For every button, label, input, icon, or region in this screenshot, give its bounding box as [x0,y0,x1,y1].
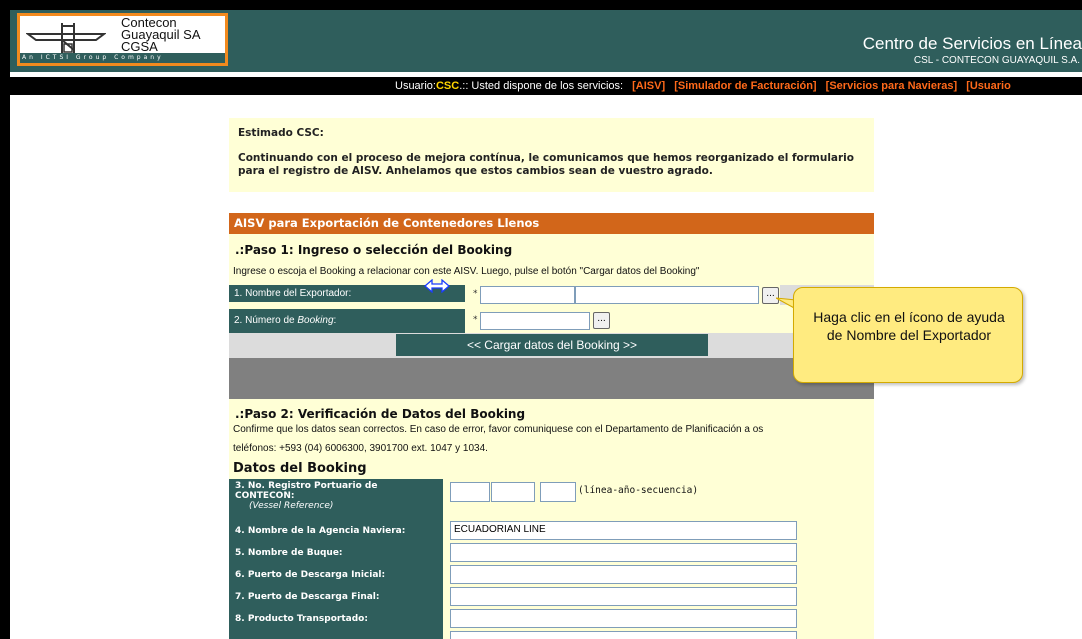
site-title: Centro de Servicios en Línea [862,34,1082,53]
datos-booking-title: Datos del Booking [233,461,367,476]
site-subtitle: CSL - CONTECON GUAYAQUIL S.A. [913,55,1080,66]
service-link-navieras[interactable]: [Servicios para Navieras] [826,80,957,92]
booking-help-button[interactable]: ... [593,312,610,329]
vessel-line-input[interactable] [450,482,490,502]
descarga-inicial-label: 6. Puerto de Descarga Inicial: [229,564,443,586]
agencia-naviera-label: 4. Nombre de la Agencia Naviera: [229,520,443,542]
vessel-format-hint: (línea-año-secuencia) [578,485,699,496]
form-header: AISV para Exportación de Contenedores Ll… [229,213,874,234]
left-border [0,0,10,639]
booking-number-input[interactable] [480,312,590,330]
resize-cursor-icon [424,279,450,293]
booking-label: 2. Número de Booking: [229,309,465,333]
required-mark: * [473,289,478,299]
step2-description-2: teléfonos: +593 (04) 6006300, 3901700 ex… [233,443,488,454]
notice-greeting: Estimado CSC: [238,127,324,139]
producto-label: 8. Producto Transportado: [229,608,443,630]
agencia-naviera-input[interactable]: ECUADORIAN LINE [450,521,797,540]
vessel-year-input[interactable] [491,482,535,502]
logo-tagline: An ICTSI Group Company [20,53,225,63]
buque-label: 5. Nombre de Buque: [229,542,443,564]
user-prefix: Usuario: [395,80,436,92]
callout-text: Haga clic en el ícono de ayuda de Nombre… [813,309,1005,343]
logo-line-3: CGSA [121,39,158,54]
descarga-inicial-input[interactable] [450,565,797,584]
step2-description-1: Confirme que los datos sean correctos. E… [233,424,764,435]
booking-label-em: Booking [297,315,334,326]
next-row-label [229,630,443,639]
notice-body: Continuando con el proceso de mejora con… [238,152,854,177]
booking-label-prefix: 2. Número de [234,315,298,326]
vessel-label-line3: (Vessel Reference) [249,501,334,511]
logo-text: Contecon Guayaquil SA CGSA [121,16,201,54]
aisv-form: AISV para Exportación de Contenedores Ll… [229,213,874,639]
descarga-final-input[interactable] [450,587,797,606]
booking-label-suffix: : [333,315,337,326]
service-link-simulador[interactable]: [Simulador de Facturación] [674,80,816,92]
vessel-reference-label: 3. No. Registro Portuario de CONTECON: (… [229,479,443,521]
cargar-booking-button[interactable]: << Cargar datos del Booking >> [396,334,708,356]
descarga-final-label: 7. Puerto de Descarga Final: [229,586,443,608]
step1-description: Ingrese o escoja el Booking a relacionar… [233,266,700,277]
user-name: CSC [435,80,460,92]
top-border [0,0,1082,10]
next-row-input[interactable] [450,631,797,639]
exportador-code-input[interactable] [480,286,575,304]
help-callout: Haga clic en el ícono de ayuda de Nombre… [793,287,1023,383]
step1-title: .:Paso 1: Ingreso o selección del Bookin… [235,243,513,257]
required-mark: * [473,315,478,325]
step2-title: .:Paso 2: Verificación de Datos del Book… [235,407,526,421]
notice-box: Estimado CSC: Continuando con el proceso… [229,118,874,192]
buque-input[interactable] [450,543,797,562]
vessel-sequence-input[interactable] [540,482,576,502]
user-bar: Usuario:CSC.:: Usted dispone de los serv… [10,77,1082,95]
producto-input[interactable] [450,609,797,628]
contecon-logo[interactable]: Contecon Guayaquil SA CGSA An ICTSI Grou… [17,13,228,66]
service-link-aisv[interactable]: [AISV] [632,80,665,92]
exportador-name-input[interactable] [575,286,759,304]
vessel-label-line1: 3. No. Registro Portuario de [235,481,378,491]
user-suffix: .:: Usted dispone de los servicios: [459,80,624,92]
vessel-label-line2: CONTECON: [235,491,295,501]
service-link-usuario[interactable]: [Usuario [966,80,1011,92]
grey-separator [229,358,874,399]
